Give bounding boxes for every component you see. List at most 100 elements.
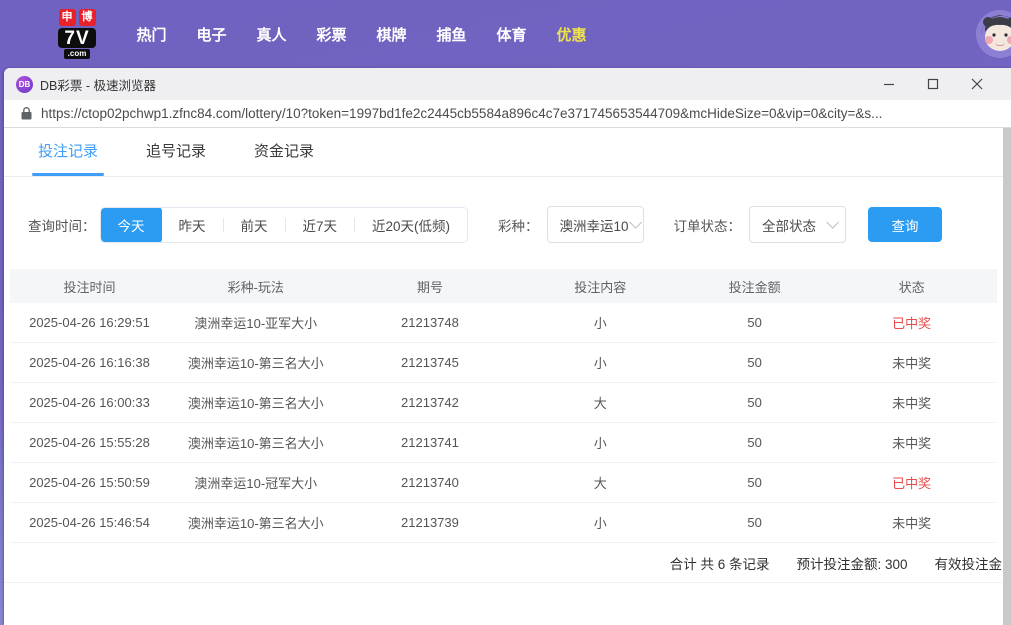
cell-bet-content: 小	[593, 436, 607, 451]
table-row[interactable]: 2025-04-26 16:29:51 澳洲幸运10-亚军大小 21213748 小 5…	[10, 303, 997, 343]
table-row[interactable]: 2025-04-26 15:50:59 澳洲幸运10-冠军大小 21213740 大 5…	[10, 463, 997, 503]
column-header-4: 投注金额	[728, 279, 781, 295]
tab-fund-records[interactable]: 资金记录	[254, 140, 314, 176]
table-row[interactable]: 2025-04-26 16:16:38 澳洲幸运10-第三名大小 21213745 小…	[10, 343, 997, 383]
minimize-icon	[884, 83, 894, 86]
cell-status: 未中奖	[892, 516, 932, 531]
desktop: { "site_nav": { "logo": { "badge1": "申",…	[0, 0, 1011, 625]
cell-game-play: 澳洲幸运10-第三名大小	[187, 396, 324, 411]
search-button[interactable]: 查询	[868, 207, 943, 242]
address-bar[interactable]: https://ctop02pchwp1.zfnc84.com/lottery/…	[4, 100, 1011, 128]
cell-game-play: 澳洲幸运10-第三名大小	[187, 436, 324, 451]
site-logo[interactable]: 申 博 7V .com	[48, 9, 106, 59]
nav-item-hot[interactable]: 热门	[136, 24, 167, 45]
time-option-yesterday[interactable]: 昨天	[161, 207, 223, 242]
table-row[interactable]: 2025-04-26 16:00:33 澳洲幸运10-第三名大小 21213742 大…	[10, 383, 997, 423]
cell-bet-time: 2025-04-26 16:00:33	[29, 395, 150, 410]
table-body: 2025-04-26 16:29:51 澳洲幸运10-亚军大小 21213748 小 5…	[10, 303, 997, 543]
cell-bet-amount: 50	[747, 435, 762, 450]
window-titlebar[interactable]: DB DB彩票 - 极速浏览器	[4, 68, 1011, 100]
cell-bet-content: 大	[593, 476, 607, 491]
site-nav-items: 热门 电子 真人 彩票 棋牌 捕鱼 体育 优惠	[136, 24, 587, 45]
cell-bet-content: 小	[593, 316, 607, 331]
browser-app-icon: DB	[16, 75, 33, 93]
column-header-5: 状态	[898, 279, 925, 295]
close-button[interactable]	[955, 68, 999, 100]
column-header-0: 投注时间	[63, 279, 116, 295]
column-header-3: 投注内容	[574, 279, 627, 295]
window-title: DB彩票 - 极速浏览器	[40, 78, 156, 93]
cell-status: 未中奖	[892, 396, 932, 411]
expected-amount-text: 预计投注金额: 300	[796, 556, 908, 572]
window-controls	[867, 68, 999, 100]
logo-suffix-text: .com	[63, 49, 91, 59]
nav-item-fishing[interactable]: 捕鱼	[436, 24, 467, 45]
page-content: 投注记录 追号记录 资金记录 查询时间： 今天 昨天 前天 近7天 近20天(低频) 彩种：…	[4, 128, 1011, 625]
cell-bet-content: 小	[593, 356, 607, 371]
valid-amount-text: 有效投注金	[934, 556, 1003, 572]
chevron-down-icon	[826, 216, 840, 229]
logo-main-text: 7V	[58, 28, 96, 48]
nav-item-sports[interactable]: 体育	[496, 24, 527, 45]
cell-bet-content: 小	[593, 516, 607, 531]
cell-game-play: 澳洲幸运10-亚军大小	[194, 316, 318, 331]
table-row[interactable]: 2025-04-26 15:55:28 澳洲幸运10-第三名大小 21213741 小…	[10, 423, 997, 463]
cell-period-number: 21213748	[401, 315, 459, 330]
cell-bet-time: 2025-04-26 16:16:38	[29, 355, 150, 370]
time-option-today[interactable]: 今天	[100, 207, 162, 242]
lock-icon	[21, 107, 32, 120]
column-header-2: 期号	[416, 279, 443, 295]
browser-window: DB DB彩票 - 极速浏览器 https://ctop02pchwp1.zfn…	[4, 68, 1011, 625]
logo-badge-1: 申	[58, 9, 76, 26]
total-records-text: 合计 共 6 条记录	[669, 556, 770, 572]
cell-bet-amount: 50	[747, 355, 762, 370]
nav-item-promo[interactable]: 优惠	[556, 24, 587, 45]
cell-game-play: 澳洲幸运10-第三名大小	[187, 356, 324, 371]
order-status-label: 订单状态：	[673, 218, 742, 234]
cell-bet-amount: 50	[747, 515, 762, 530]
cell-bet-time: 2025-04-26 15:46:54	[29, 515, 150, 530]
cell-game-play: 澳洲幸运10-冠军大小	[194, 476, 318, 491]
time-option-last-20[interactable]: 近20天(低频)	[355, 207, 468, 242]
tab-bet-records[interactable]: 投注记录	[31, 140, 105, 176]
cell-status: 已中奖	[892, 476, 932, 491]
cell-bet-amount: 50	[747, 315, 762, 330]
column-header-1: 彩种-玩法	[227, 279, 284, 295]
cell-period-number: 21213745	[401, 355, 459, 370]
time-option-last-7[interactable]: 近7天	[285, 207, 355, 242]
record-tabs: 投注记录 追号记录 资金记录	[4, 128, 1011, 177]
cell-bet-content: 大	[593, 396, 607, 411]
lottery-type-select[interactable]: 澳洲幸运10	[546, 206, 644, 243]
summary-bar: 合计 共 6 条记录 预计投注金额: 300 有效投注金	[4, 543, 1011, 583]
site-nav-bar: 申 博 7V .com 热门 电子 真人 彩票 棋牌 捕鱼 体育 优惠	[0, 0, 1011, 68]
minimize-button[interactable]	[867, 68, 911, 100]
cell-period-number: 21213740	[401, 475, 459, 490]
maximize-button[interactable]	[911, 68, 955, 100]
order-status-select[interactable]: 全部状态	[749, 206, 847, 243]
logo-badges: 申 博	[58, 9, 96, 26]
cell-period-number: 21213742	[401, 395, 459, 410]
time-range-group: 今天 昨天 前天 近7天 近20天(低频)	[99, 206, 469, 243]
avatar-image	[976, 10, 1011, 58]
cell-status: 已中奖	[892, 316, 932, 331]
table-row[interactable]: 2025-04-26 15:46:54 澳洲幸运10-第三名大小 21213739 小…	[10, 503, 997, 543]
close-icon	[971, 78, 983, 90]
nav-item-board[interactable]: 棋牌	[376, 24, 407, 45]
cell-period-number: 21213739	[401, 515, 459, 530]
lottery-type-label: 彩种：	[498, 218, 539, 234]
nav-item-live[interactable]: 真人	[256, 24, 287, 45]
time-option-day-before[interactable]: 前天	[223, 207, 285, 242]
cell-bet-time: 2025-04-26 15:55:28	[29, 435, 150, 450]
logo-badge-2: 博	[78, 9, 96, 26]
query-time-label: 查询时间：	[28, 218, 96, 234]
bet-records-table: 投注时间 彩种-玩法 期号 投注内容 投注金额 状态 2025-04-26 16:29:5…	[10, 269, 997, 543]
lottery-type-value: 澳洲幸运10	[559, 218, 629, 234]
url-text[interactable]: https://ctop02pchwp1.zfnc84.com/lottery/…	[41, 106, 882, 121]
vertical-scrollbar[interactable]	[1003, 128, 1011, 625]
nav-item-slots[interactable]: 电子	[196, 24, 227, 45]
user-avatar[interactable]	[976, 10, 1011, 58]
maximize-icon	[927, 78, 939, 90]
tab-chase-records[interactable]: 追号记录	[146, 140, 206, 176]
cell-bet-amount: 50	[747, 475, 762, 490]
nav-item-lottery[interactable]: 彩票	[316, 24, 347, 45]
